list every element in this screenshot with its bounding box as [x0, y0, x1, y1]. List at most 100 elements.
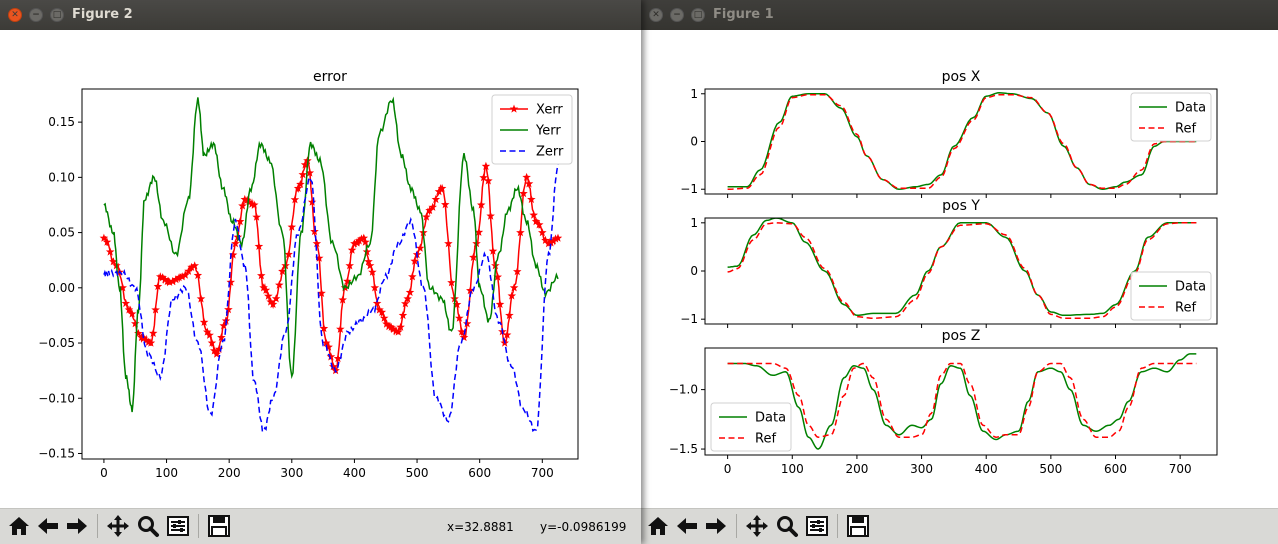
series-line-xerr — [103, 158, 559, 372]
position-plots[interactable]: −1 0 1 pos X Data Ref −1 0 1 pos Y Data Ref 0 100 200 3… — [641, 30, 1278, 508]
y-tick-label: −1.0 — [669, 383, 698, 397]
y-tick-label: −0.10 — [38, 391, 75, 405]
series-marker-xerr — [509, 283, 519, 292]
series-line-data — [727, 218, 1197, 317]
zoom-icon[interactable] — [774, 513, 800, 539]
x-tick-label: 500 — [1039, 462, 1062, 476]
figure1-titlebar[interactable]: ✕ − □ Figure 1 — [641, 0, 1278, 30]
x-tick-label: 300 — [280, 466, 303, 480]
x-tick-label: 200 — [845, 462, 868, 476]
y-tick-label: 1 — [690, 87, 698, 101]
y-tick-label: −1 — [680, 312, 698, 326]
y-tick-label: −1.5 — [669, 442, 698, 456]
chart-title: error — [313, 69, 347, 85]
legend-label: Xerr — [536, 103, 563, 118]
legend: Xerr Yerr Zerr — [491, 94, 573, 165]
figure-canvas[interactable]: −1 0 1 pos X Data Ref −1 0 1 pos Y Data Ref 0 100 200 3… — [641, 30, 1278, 508]
y-tick-label: 0.15 — [48, 115, 75, 129]
maximize-icon[interactable]: □ — [50, 8, 64, 22]
series-marker-xerr — [121, 298, 131, 308]
legend: Data Ref — [1130, 271, 1212, 321]
chart-title: pos Z — [942, 328, 981, 344]
series-line-ref — [727, 362, 1197, 438]
x-tick-label: 400 — [975, 462, 998, 476]
x-tick-label: 100 — [155, 466, 178, 480]
configure-subplots-icon[interactable] — [165, 513, 191, 539]
forward-arrow-icon[interactable] — [703, 513, 729, 539]
chart-title: pos X — [942, 69, 981, 85]
series-line-data — [727, 92, 1197, 190]
figure1-window: ✕ − □ Figure 1 −1 0 1 pos X Data Ref −1 0 1 pos Y… — [641, 0, 1278, 544]
legend-label: Data — [1175, 101, 1206, 116]
plot-area — [727, 353, 1197, 450]
legend-label: Data — [1175, 280, 1206, 295]
pan-icon[interactable] — [744, 513, 770, 539]
navigation-toolbar: x=32.8881 y=-0.0986199 — [0, 508, 641, 544]
minimize-icon[interactable]: − — [670, 8, 684, 22]
back-arrow-icon[interactable] — [35, 513, 61, 539]
x-tick-label: 600 — [1104, 462, 1127, 476]
maximize-icon[interactable]: □ — [691, 8, 705, 22]
x-tick-label: 600 — [468, 466, 491, 480]
legend-label: Ref — [1175, 301, 1196, 316]
legend: Data Ref — [1130, 92, 1212, 142]
zoom-icon[interactable] — [135, 513, 161, 539]
window-title: Figure 2 — [72, 7, 133, 22]
legend-label: Ref — [755, 432, 776, 447]
x-tick-label: 700 — [531, 466, 554, 480]
legend-label: Data — [755, 411, 786, 426]
configure-subplots-icon[interactable] — [804, 513, 830, 539]
navigation-toolbar — [641, 508, 1278, 544]
forward-arrow-icon[interactable] — [64, 513, 90, 539]
legend-label: Zerr — [536, 145, 564, 160]
back-arrow-icon[interactable] — [674, 513, 700, 539]
x-tick-label: 300 — [910, 462, 933, 476]
cursor-y-readout: y=-0.0986199 — [540, 520, 627, 534]
x-tick-label: 400 — [343, 466, 366, 480]
figure2-window: ✕ − □ Figure 2 0 100 200 300 400 500 600 700 −0.… — [0, 0, 641, 544]
y-tick-label: −0.05 — [38, 336, 75, 350]
y-tick-label: 0 — [690, 135, 698, 149]
toolbar-separator — [97, 514, 98, 538]
toolbar-separator — [837, 514, 838, 538]
x-tick-label: 0 — [724, 462, 732, 476]
plot-area — [727, 218, 1197, 319]
x-tick-label: 200 — [218, 466, 241, 480]
close-icon[interactable]: ✕ — [649, 8, 663, 22]
legend-label: Yerr — [535, 124, 561, 139]
legend-label: Ref — [1175, 122, 1196, 137]
y-tick-label: 1 — [690, 216, 698, 230]
figure-canvas[interactable]: 0 100 200 300 400 500 600 700 −0.15 −0.10 −0.05 0.0… — [0, 30, 641, 508]
x-tick-label: 100 — [781, 462, 804, 476]
legend: Data Ref — [710, 402, 792, 452]
close-icon[interactable]: ✕ — [8, 8, 22, 22]
y-tick-label: 0 — [690, 264, 698, 278]
error-plot[interactable]: 0 100 200 300 400 500 600 700 −0.15 −0.10 −0.05 0.0… — [0, 30, 641, 508]
pan-icon[interactable] — [105, 513, 131, 539]
cursor-x-readout: x=32.8881 — [447, 520, 514, 534]
chart-title: pos Y — [942, 198, 980, 214]
series-line-data — [727, 353, 1197, 450]
series-marker-xerr — [405, 287, 415, 296]
toolbar-separator — [198, 514, 199, 538]
x-tick-label: 700 — [1169, 462, 1192, 476]
series-marker-xerr — [326, 352, 336, 361]
series-line-ref — [727, 93, 1197, 190]
save-icon[interactable] — [206, 513, 232, 539]
plot-area — [727, 92, 1197, 190]
figure2-titlebar[interactable]: ✕ − □ Figure 2 — [0, 0, 641, 30]
y-tick-label: −0.15 — [38, 446, 75, 460]
y-tick-label: 0.05 — [48, 226, 75, 240]
x-tick-label: 500 — [406, 466, 429, 480]
y-tick-label: 0.00 — [48, 281, 75, 295]
home-icon[interactable] — [645, 513, 671, 539]
y-tick-label: 0.10 — [48, 170, 75, 184]
save-icon[interactable] — [845, 513, 871, 539]
minimize-icon[interactable]: − — [29, 8, 43, 22]
series-line-ref — [727, 222, 1197, 319]
series-marker-xerr — [431, 194, 441, 204]
x-tick-label: 0 — [100, 466, 108, 480]
window-title: Figure 1 — [713, 7, 774, 22]
toolbar-separator — [736, 514, 737, 538]
home-icon[interactable] — [6, 513, 32, 539]
